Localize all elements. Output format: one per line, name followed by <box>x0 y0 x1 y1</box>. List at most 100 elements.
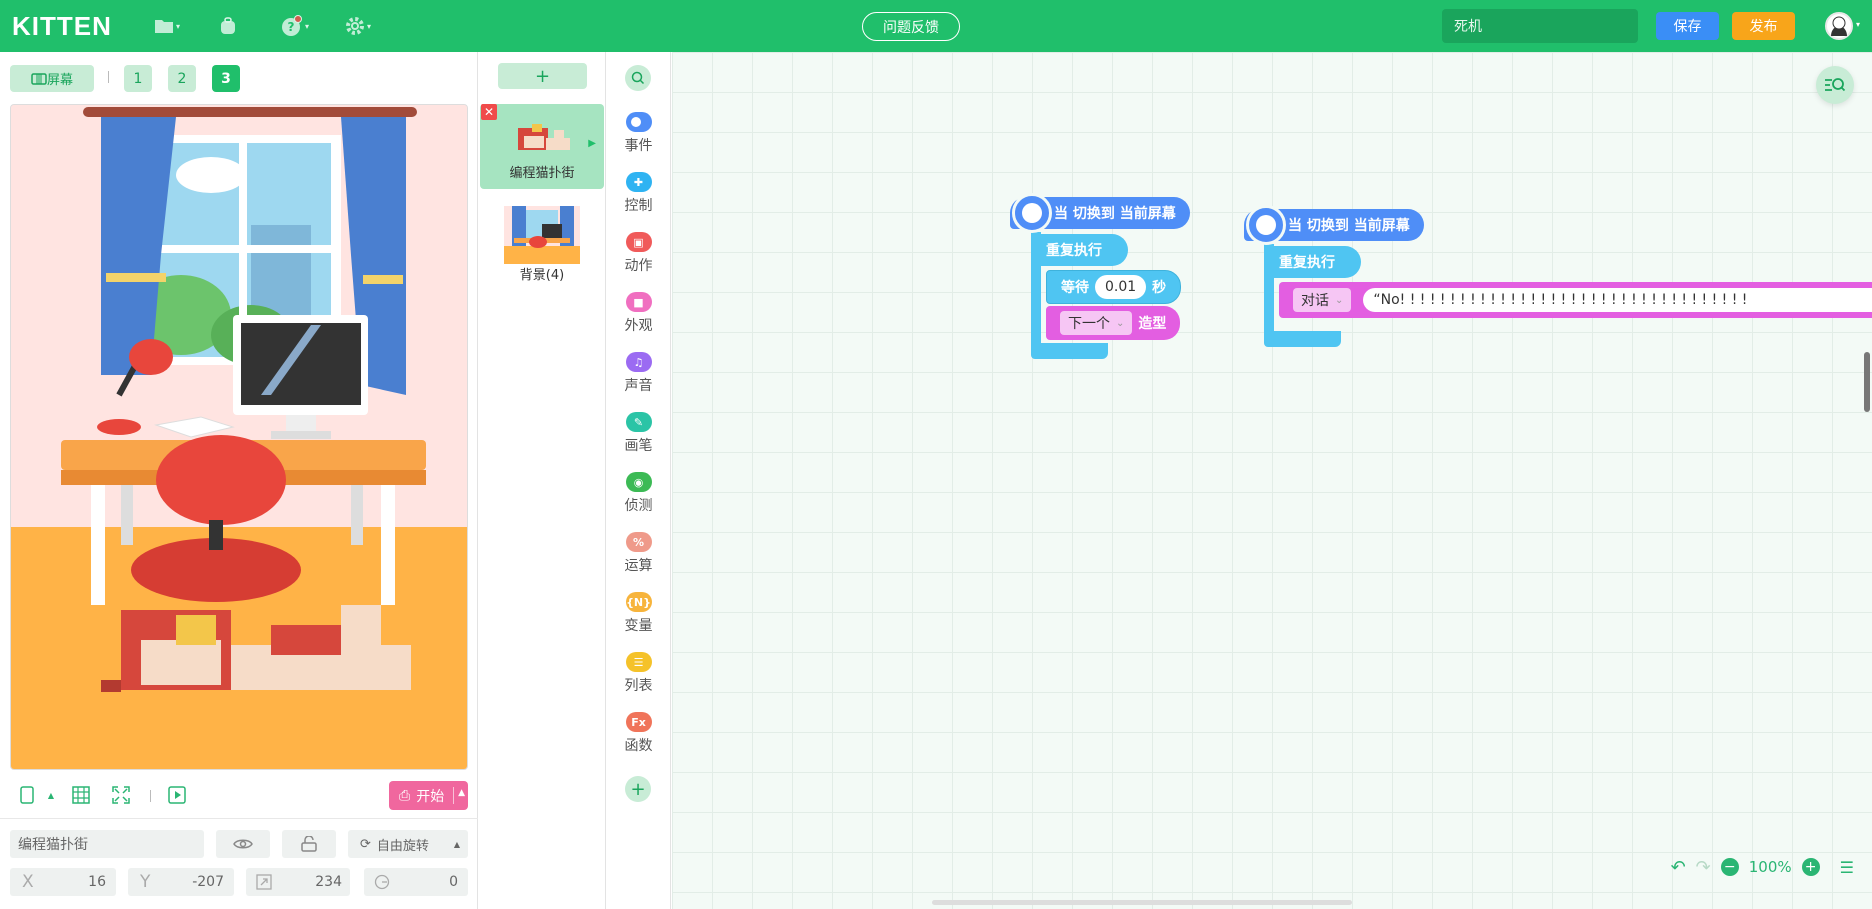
start-button[interactable]: ⎙ 开始 ▲ <box>389 781 468 810</box>
wait-block[interactable]: 等待 0.01 秒 <box>1046 270 1182 304</box>
sprite-thumbnail <box>518 124 570 150</box>
category-functions[interactable]: Fx 函数 <box>606 704 671 758</box>
eye-icon <box>233 839 253 849</box>
stage-scene-image <box>11 105 467 769</box>
backpack-icon <box>221 17 235 34</box>
x-field[interactable]: X 16 <box>10 868 116 896</box>
size-value: 234 <box>315 874 342 890</box>
stage-canvas[interactable] <box>10 104 468 770</box>
add-extension-button[interactable]: + <box>625 776 651 802</box>
device-icon[interactable] <box>18 786 36 804</box>
backpack-button[interactable] <box>218 14 238 38</box>
divider <box>150 790 151 802</box>
chevron-right-icon: ▶ <box>588 138 596 149</box>
category-control[interactable]: ✚ 控制 <box>606 164 671 218</box>
category-motion[interactable]: ▣ 动作 <box>606 224 671 278</box>
feedback-button[interactable]: 问题反馈 <box>862 12 960 41</box>
when-screen-switched-block[interactable]: 当 切换到 当前屏幕 <box>1244 205 1424 245</box>
start-icon: ⎙ <box>399 787 411 804</box>
app-logo[interactable]: KITTEN <box>12 11 112 42</box>
sprite-thumbnail <box>504 206 580 264</box>
zoom-out-button[interactable]: − <box>1720 858 1739 876</box>
repeat-forever-block[interactable]: 重复执行 <box>1264 246 1361 278</box>
events-icon <box>625 112 652 132</box>
svg-text:?: ? <box>288 20 295 34</box>
folder-icon <box>155 20 173 33</box>
file-menu[interactable]: ▾ <box>154 14 180 38</box>
vertical-scrollbar[interactable] <box>1864 352 1870 412</box>
fullscreen-icon[interactable] <box>112 786 130 804</box>
category-events[interactable]: 事件 <box>606 104 671 158</box>
category-sound[interactable]: ♫ 声音 <box>606 344 671 398</box>
add-sprite-button[interactable]: + <box>498 63 587 89</box>
rotate-icon: ⟳ <box>360 836 371 852</box>
costume-dropdown[interactable]: 下一个 ⌄ <box>1060 311 1133 335</box>
caret-up-icon: ▲ <box>453 839 460 849</box>
switch-costume-block[interactable]: 下一个 ⌄ 造型 <box>1046 306 1181 340</box>
undo-icon[interactable]: ↶ <box>1671 857 1686 878</box>
motion-icon: ▣ <box>625 232 652 252</box>
sprite-properties: 编程猫扑街 ⟳ 自由旋转 ▲ X 16 Y -207 234 0 <box>0 818 478 909</box>
screen-tab-3[interactable]: 3 <box>212 65 240 92</box>
direction-field[interactable]: 0 <box>364 868 468 896</box>
screen-button[interactable]: 屏幕 <box>10 65 94 92</box>
close-icon[interactable]: ✕ <box>481 104 497 120</box>
screen-switch-icon <box>1246 205 1286 245</box>
direction-icon <box>374 874 390 890</box>
grid-icon[interactable] <box>72 786 90 804</box>
size-field[interactable]: 234 <box>246 868 350 896</box>
category-sensing[interactable]: ◉ 侦测 <box>606 464 671 518</box>
caret-up-icon[interactable]: ▲ <box>458 788 465 798</box>
x-label: X <box>22 872 34 892</box>
start-label: 开始 <box>416 788 445 805</box>
sprite-item[interactable]: 编程猫扑街 ▶ <box>480 104 604 189</box>
operators-icon: % <box>625 532 652 552</box>
screen-switch-icon <box>1012 193 1052 233</box>
chevron-down-icon: ⌄ <box>1116 317 1125 329</box>
category-operators[interactable]: % 运算 <box>606 524 671 578</box>
category-variables[interactable]: {N} 变量 <box>606 584 671 638</box>
chevron-down-icon[interactable]: ▾ <box>1856 20 1860 29</box>
align-blocks-icon[interactable]: ☰ <box>1840 858 1854 877</box>
help-menu[interactable]: ? ▾ <box>281 14 309 38</box>
when-screen-switched-block[interactable]: 当 切换到 当前屏幕 <box>1010 193 1190 233</box>
redo-icon[interactable]: ↷ <box>1696 857 1711 878</box>
avatar[interactable] <box>1825 12 1853 40</box>
project-name-input[interactable] <box>1442 9 1638 43</box>
say-block[interactable]: 对话 ⌄ “No! ! ! ! ! ! ! ! ! ! ! ! ! ! ! ! !… <box>1279 282 1872 318</box>
rotation-mode-select[interactable]: ⟳ 自由旋转 ▲ <box>348 830 468 858</box>
say-text-input[interactable]: “No! ! ! ! ! ! ! ! ! ! ! ! ! ! ! ! ! ! !… <box>1363 288 1872 312</box>
screen-tab-2[interactable]: 2 <box>168 65 196 92</box>
play-preview-icon[interactable] <box>168 786 186 804</box>
save-button[interactable]: 保存 <box>1656 12 1719 40</box>
caret-up-icon[interactable]: ▲ <box>42 786 60 804</box>
repeat-forever-block[interactable]: 重复执行 <box>1031 234 1128 266</box>
control-icon: ✚ <box>625 172 652 192</box>
divider <box>108 71 109 83</box>
wait-seconds-input[interactable]: 0.01 <box>1095 275 1147 299</box>
screen-tab-1[interactable]: 1 <box>124 65 152 92</box>
workspace-search-button[interactable] <box>1816 66 1854 104</box>
settings-menu[interactable]: ▾ <box>345 14 371 38</box>
horizontal-scrollbar[interactable] <box>932 900 1352 905</box>
category-lists[interactable]: ☰ 列表 <box>606 644 671 698</box>
category-looks[interactable]: ■ 外观 <box>606 284 671 338</box>
category-pen[interactable]: ✎ 画笔 <box>606 404 671 458</box>
zoom-in-button[interactable]: + <box>1801 858 1820 876</box>
search-icon[interactable] <box>625 65 651 91</box>
top-bar: KITTEN ▾ ? ▾ ▾ 问题反馈 保存 发布 ▾ <box>0 0 1872 52</box>
chevron-down-icon: ▾ <box>367 21 372 31</box>
y-field[interactable]: Y -207 <box>128 868 234 896</box>
chevron-down-icon: ▾ <box>305 21 310 31</box>
visibility-toggle[interactable] <box>216 830 270 858</box>
sprite-item[interactable]: 背景(4) <box>480 202 604 287</box>
say-mode-dropdown[interactable]: 对话 ⌄ <box>1293 288 1352 312</box>
zoom-toolbar: ↶ ↷ − 100% + ☰ <box>1671 855 1854 879</box>
code-workspace[interactable]: 当 切换到 当前屏幕 重复执行 等待 0.01 秒 下一个 ⌄ 造型 当 切换到 … <box>672 52 1872 909</box>
lock-toggle[interactable] <box>282 830 336 858</box>
sprite-name-field[interactable]: 编程猫扑街 <box>10 830 204 858</box>
chevron-down-icon: ▾ <box>176 21 181 31</box>
publish-button[interactable]: 发布 <box>1732 12 1795 40</box>
functions-icon: Fx <box>625 712 652 732</box>
unlock-icon <box>301 836 317 852</box>
